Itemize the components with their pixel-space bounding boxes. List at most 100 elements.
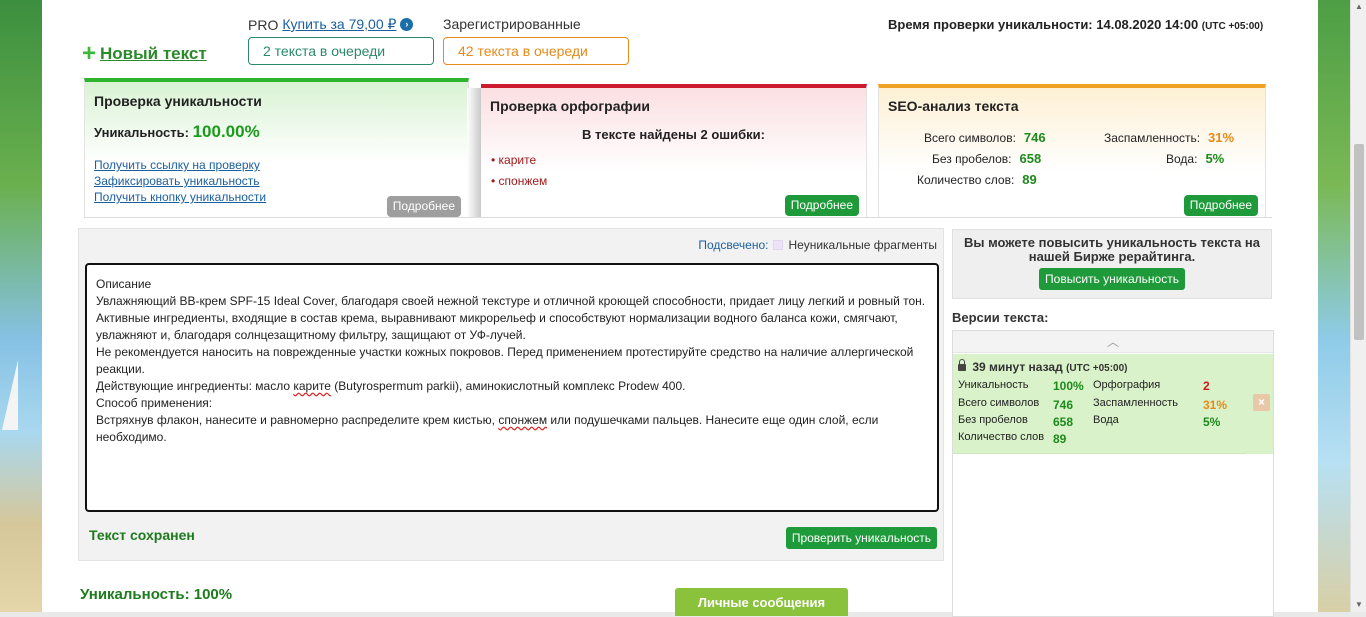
version-header: 39 минут назад (UTC +05:00) <box>958 359 1128 374</box>
seo-water-label: Вода: <box>1166 152 1198 166</box>
highlight-legend: Подсвечено: Неуникальные фрагменты <box>698 238 937 252</box>
uniqueness-summary: Уникальность: 100% <box>80 586 233 603</box>
version-words-value: 89 <box>1053 432 1067 446</box>
seo-water-value: 5% <box>1205 151 1225 166</box>
version-water-value: 5% <box>1203 415 1221 429</box>
scroll-down-icon[interactable]: ▼ <box>1355 600 1363 609</box>
registered-label: Зарегистрированные <box>443 16 581 32</box>
scroll-up-icon[interactable]: ▲ <box>1355 2 1363 11</box>
uniqueness-links: Получить ссылку на проверку Зафиксироват… <box>94 157 266 205</box>
versions-title: Версии текста: <box>952 310 1049 325</box>
seo-total-chars: Всего символов: 746 <box>924 130 1046 145</box>
seo-spam-label: Заспамленность: <box>1104 131 1201 145</box>
seo-words-value: 89 <box>1022 172 1037 187</box>
version-item[interactable]: 39 минут назад (UTC +05:00) Уникальность… <box>953 354 1246 454</box>
version-utc: (UTC +05:00) <box>1066 363 1128 374</box>
spelling-error-item[interactable]: • спонжем <box>491 174 547 188</box>
chevron-up-icon[interactable]: ︿ <box>953 331 1273 353</box>
editor-line: Встряхнув флакон, нанесите и равномерно … <box>96 412 928 446</box>
check-time-label: Время проверки уникальности: 14.08.2020 … <box>888 17 1199 32</box>
text-editor[interactable]: Описание Увлажняющий BB-крем SPF-15 Idea… <box>85 263 939 512</box>
sailboat-decoration <box>2 360 18 430</box>
editor-line: Не рекомендуется наносить на поврежденны… <box>96 345 914 376</box>
highlight-swatch <box>773 240 784 250</box>
spelling-panel: Проверка орфографии В тексте найдены 2 о… <box>467 84 867 217</box>
version-nospace-label: Без пробелов <box>958 414 1028 426</box>
version-nospace-value: 658 <box>1053 415 1074 429</box>
text-saved-status: Текст сохранен <box>89 527 195 543</box>
editor-line: Активные ингредиенты, входящие в состав … <box>96 311 898 342</box>
version-time: 39 минут назад <box>972 360 1063 374</box>
editor-section: Подсвечено: Неуникальные фрагменты Описа… <box>78 228 944 561</box>
lock-icon <box>958 359 966 371</box>
buy-pro-link[interactable]: Купить за 79,00 ₽ <box>282 16 396 33</box>
rewrite-promo: Вы можете повысить уникальность текста н… <box>952 229 1272 299</box>
versions-list: ︿ 39 минут назад (UTC +05:00) Уникальнос… <box>952 330 1274 617</box>
uniqueness-label: Уникальность: <box>94 125 189 140</box>
check-uniqueness-button[interactable]: Проверить уникальность <box>785 527 937 549</box>
panels-divider <box>84 217 1272 218</box>
pro-label: PRO <box>248 16 279 33</box>
version-chars-label: Всего символов <box>958 397 1040 409</box>
promo-text: Вы можете повысить уникальность текста н… <box>963 235 1261 264</box>
seo-words-label: Количество слов: <box>917 173 1015 187</box>
get-check-link[interactable]: Получить ссылку на проверку <box>94 157 266 173</box>
close-icon[interactable]: × <box>1253 394 1270 411</box>
editor-text: Встряхнув флакон, нанесите и равномерно … <box>96 413 499 427</box>
new-text-link[interactable]: + Новый текст <box>82 42 207 66</box>
vertical-scrollbar[interactable]: ▲ ▼ <box>1350 0 1366 617</box>
check-time-utc: (UTC +05:00) <box>1201 21 1264 32</box>
editor-line: Увлажняющий BB-крем SPF-15 Ideal Cover, … <box>96 294 926 308</box>
version-uniq-label: Уникальность <box>958 379 1029 391</box>
version-chars-value: 746 <box>1053 398 1074 412</box>
seo-total-chars-label: Всего символов: <box>924 131 1016 145</box>
highlight-legend-text: Неуникальные фрагменты <box>788 238 937 252</box>
spelling-panel-title: Проверка орфографии <box>490 98 650 114</box>
seo-panel-title: SEO-анализ текста <box>888 98 1019 114</box>
seo-no-spaces-value: 658 <box>1019 151 1042 166</box>
new-text-label: Новый текст <box>100 44 207 63</box>
background-left-beach <box>0 0 42 617</box>
version-water-label: Вода <box>1093 414 1119 426</box>
spelling-error-highlight[interactable]: спонжем <box>498 413 547 427</box>
seo-water: Вода: 5% <box>1166 151 1224 166</box>
seo-total-chars-value: 746 <box>1023 130 1046 145</box>
version-spelling-value: 2 <box>1203 379 1210 393</box>
seo-no-spaces-label: Без пробелов: <box>932 152 1012 166</box>
editor-text: Действующие ингредиенты: масло <box>96 379 294 393</box>
uniqueness-panel: Проверка уникальности Уникальность: 100.… <box>84 78 469 217</box>
editor-line: Способ применения: <box>96 396 213 410</box>
private-messages-button[interactable]: Личные сообщения <box>675 588 848 616</box>
seo-more-button[interactable]: Подробнее <box>1183 195 1258 216</box>
highlight-label: Подсвечено: <box>698 238 769 252</box>
arrow-right-icon[interactable]: › <box>400 18 414 31</box>
get-uniqueness-button-link[interactable]: Получить кнопку уникальности <box>94 189 266 205</box>
spelling-more-button[interactable]: Подробнее <box>784 195 859 216</box>
seo-panel: SEO-анализ текста Всего символов: 746 Без… <box>878 84 1266 217</box>
version-spelling-label: Орфография <box>1093 379 1161 391</box>
editor-text: (Butyrospermum parkii), аминокислотный к… <box>330 379 686 393</box>
fix-uniqueness-link[interactable]: Зафиксировать уникальность <box>94 173 266 189</box>
spelling-error-highlight[interactable]: карите <box>293 379 331 393</box>
version-actions: × <box>1246 354 1273 454</box>
spelling-error-item[interactable]: • карите <box>491 153 536 167</box>
check-time: Время проверки уникальности: 14.08.2020 … <box>888 17 1263 32</box>
editor-line: Действующие ингредиенты: масло карите (B… <box>96 378 928 395</box>
spelling-subtitle: В тексте найдены 2 ошибки: <box>582 127 765 142</box>
seo-spam: Заспамленность: 31% <box>1104 130 1234 145</box>
increase-uniqueness-button[interactable]: Повысить уникальность <box>1039 268 1185 290</box>
pro-block: PRO Купить за 79,00 ₽ › <box>248 16 414 33</box>
seo-no-spaces: Без пробелов: 658 <box>932 151 1041 166</box>
queue-pro-badge: 2 текста в очереди <box>248 37 434 65</box>
scroll-thumb[interactable] <box>1354 144 1364 340</box>
uniqueness-more-button[interactable]: Подробнее <box>386 196 461 217</box>
version-words-label: Количество слов <box>958 431 1045 443</box>
spelling-error-text: спонжем <box>498 174 548 188</box>
queue-registered-badge: 42 текста в очереди <box>443 37 629 65</box>
plus-icon: + <box>82 40 97 67</box>
spelling-error-text: карите <box>498 153 537 167</box>
seo-words: Количество слов: 89 <box>917 172 1037 187</box>
version-spam-label: Заспамленность <box>1093 397 1178 409</box>
uniqueness-line: Уникальность: 100.00% <box>94 122 260 142</box>
version-uniq-value: 100% <box>1053 379 1084 393</box>
